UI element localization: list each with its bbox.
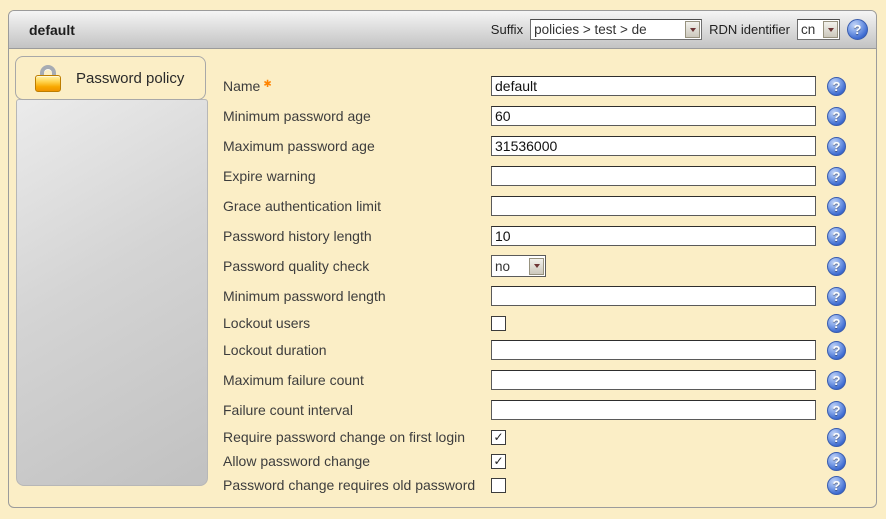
field-control bbox=[491, 106, 827, 126]
field-label: Minimum password age bbox=[223, 108, 491, 124]
field-label: Minimum password length bbox=[223, 288, 491, 304]
help-icon[interactable]: ? bbox=[827, 137, 846, 156]
input-maximum-failure-count[interactable] bbox=[491, 370, 816, 390]
form-row-allow-password-change: Allow password change✓? bbox=[223, 449, 868, 473]
help-icon[interactable]: ? bbox=[827, 452, 846, 471]
suffix-label: Suffix bbox=[491, 22, 523, 37]
select-value: no bbox=[492, 259, 528, 274]
field-control bbox=[491, 76, 827, 96]
checkbox-allow-password-change[interactable]: ✓ bbox=[491, 454, 506, 469]
required-star-icon: ✱ bbox=[263, 79, 271, 90]
field-control bbox=[491, 226, 827, 246]
form-row-grace-authentication-limit: Grace authentication limit? bbox=[223, 191, 868, 221]
field-label: Password change requires old password bbox=[223, 477, 491, 493]
header-controls: Suffix policies > test > de RDN identifi… bbox=[491, 19, 868, 40]
chevron-down-icon bbox=[685, 21, 700, 38]
field-label: Password history length bbox=[223, 228, 491, 244]
field-control: ✓ bbox=[491, 430, 827, 445]
panel-header: default Suffix policies > test > de RDN … bbox=[9, 11, 876, 49]
form-row-lockout-duration: Lockout duration? bbox=[223, 335, 868, 365]
input-minimum-password-length[interactable] bbox=[491, 286, 816, 306]
field-control bbox=[491, 136, 827, 156]
help-icon[interactable]: ? bbox=[827, 167, 846, 186]
field-label: Maximum password age bbox=[223, 138, 491, 154]
input-minimum-password-age[interactable] bbox=[491, 106, 816, 126]
select-password-quality-check[interactable]: no bbox=[491, 255, 546, 277]
form-row-minimum-password-length: Minimum password length? bbox=[223, 281, 868, 311]
field-control bbox=[491, 286, 827, 306]
help-icon[interactable]: ? bbox=[827, 287, 846, 306]
rdn-select-value: cn bbox=[798, 22, 822, 37]
form-row-maximum-failure-count: Maximum failure count? bbox=[223, 365, 868, 395]
help-icon[interactable]: ? bbox=[827, 257, 846, 276]
input-expire-warning[interactable] bbox=[491, 166, 816, 186]
input-name[interactable] bbox=[491, 76, 816, 96]
lock-icon bbox=[35, 65, 61, 92]
rdn-identifier-select[interactable]: cn bbox=[797, 19, 840, 40]
form-row-expire-warning: Expire warning? bbox=[223, 161, 868, 191]
field-control: no bbox=[491, 255, 827, 277]
form-row-failure-count-interval: Failure count interval? bbox=[223, 395, 868, 425]
checkbox-password-change-requires-old-password[interactable] bbox=[491, 478, 506, 493]
input-maximum-password-age[interactable] bbox=[491, 136, 816, 156]
form-row-require-password-change-on-first-login: Require password change on first login✓? bbox=[223, 425, 868, 449]
help-icon[interactable]: ? bbox=[827, 401, 846, 420]
password-policy-form: Name✱?Minimum password age?Maximum passw… bbox=[223, 71, 868, 497]
form-row-password-history-length: Password history length? bbox=[223, 221, 868, 251]
field-control bbox=[491, 196, 827, 216]
field-control bbox=[491, 340, 827, 360]
form-row-password-change-requires-old-password: Password change requires old password? bbox=[223, 473, 868, 497]
form-row-password-quality-check: Password quality checkno? bbox=[223, 251, 868, 281]
field-control: ✓ bbox=[491, 454, 827, 469]
help-icon[interactable]: ? bbox=[827, 476, 846, 495]
tab-password-policy[interactable]: Password policy bbox=[15, 56, 206, 100]
field-label: Failure count interval bbox=[223, 402, 491, 418]
chevron-down-icon bbox=[823, 21, 838, 38]
field-control bbox=[491, 400, 827, 420]
checkbox-require-password-change-on-first-login[interactable]: ✓ bbox=[491, 430, 506, 445]
input-password-history-length[interactable] bbox=[491, 226, 816, 246]
field-label: Maximum failure count bbox=[223, 372, 491, 388]
help-icon[interactable]: ? bbox=[847, 19, 868, 40]
field-control bbox=[491, 166, 827, 186]
input-grace-authentication-limit[interactable] bbox=[491, 196, 816, 216]
help-icon[interactable]: ? bbox=[827, 341, 846, 360]
field-control bbox=[491, 370, 827, 390]
suffix-select-value: policies > test > de bbox=[531, 22, 684, 37]
help-icon[interactable]: ? bbox=[827, 428, 846, 447]
help-icon[interactable]: ? bbox=[827, 314, 846, 333]
field-label: Password quality check bbox=[223, 258, 491, 274]
tab-label: Password policy bbox=[76, 70, 184, 87]
input-failure-count-interval[interactable] bbox=[491, 400, 816, 420]
form-row-name: Name✱? bbox=[223, 71, 868, 101]
help-icon[interactable]: ? bbox=[827, 371, 846, 390]
rdn-identifier-label: RDN identifier bbox=[709, 22, 790, 37]
field-label: Expire warning bbox=[223, 168, 491, 184]
field-label: Allow password change bbox=[223, 453, 491, 469]
help-icon[interactable]: ? bbox=[827, 197, 846, 216]
input-lockout-duration[interactable] bbox=[491, 340, 816, 360]
form-row-minimum-password-age: Minimum password age? bbox=[223, 101, 868, 131]
help-icon[interactable]: ? bbox=[827, 77, 846, 96]
field-control bbox=[491, 316, 827, 331]
chevron-down-icon bbox=[529, 258, 544, 275]
password-policy-panel: default Suffix policies > test > de RDN … bbox=[8, 10, 877, 508]
checkbox-lockout-users[interactable] bbox=[491, 316, 506, 331]
field-label: Lockout duration bbox=[223, 342, 491, 358]
field-control bbox=[491, 478, 827, 493]
page-title: default bbox=[29, 22, 75, 38]
field-label: Require password change on first login bbox=[223, 429, 491, 445]
field-label: Name✱ bbox=[223, 78, 491, 94]
help-icon[interactable]: ? bbox=[827, 227, 846, 246]
form-row-maximum-password-age: Maximum password age? bbox=[223, 131, 868, 161]
panel-body: Password policy Name✱?Minimum password a… bbox=[9, 49, 876, 507]
help-icon[interactable]: ? bbox=[827, 107, 846, 126]
form-row-lockout-users: Lockout users? bbox=[223, 311, 868, 335]
field-label: Grace authentication limit bbox=[223, 198, 491, 214]
field-label: Lockout users bbox=[223, 315, 491, 331]
suffix-select[interactable]: policies > test > de bbox=[530, 19, 702, 40]
sidebar-panel bbox=[16, 99, 208, 486]
